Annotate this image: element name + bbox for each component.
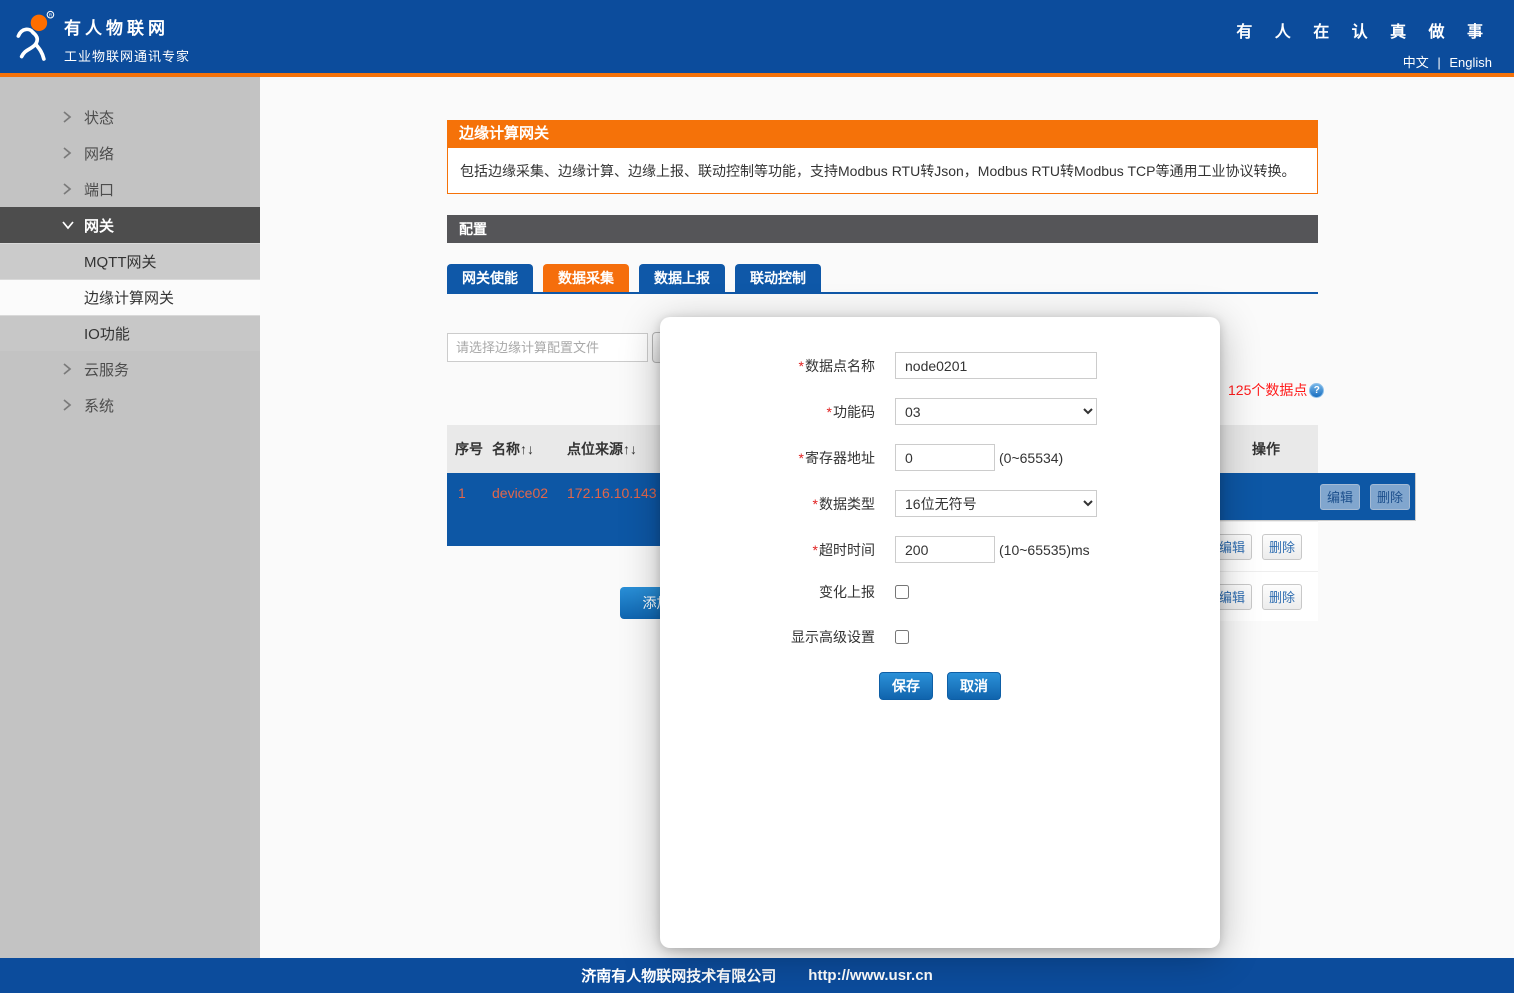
chevron-right-icon [62,111,78,123]
save-button[interactable]: 保存 [879,672,933,700]
column-header-index: 序号 [447,441,492,458]
table-actions-column: 操作 编辑 删除 编辑 删除 编辑 删除 [1213,425,1318,621]
register-address-input[interactable] [895,444,995,471]
brand-block: 有人物联网 工业物联网通讯专家 [64,14,190,65]
lang-english-link[interactable]: English [1449,55,1492,70]
footer-company: 济南有人物联网技术有限公司 [581,965,776,986]
sidebar-item-status[interactable]: 状态 [0,99,260,135]
help-icon[interactable]: ? [1309,383,1324,398]
tab-gateway-enable[interactable]: 网关使能 [447,264,533,292]
app-root: R 有人物联网 工业物联网通讯专家 有 人 在 认 真 做 事 中文 | Eng… [0,0,1514,993]
sort-icon: ↑↓ [623,441,637,457]
data-type-select[interactable]: 16位无符号 [895,490,1097,517]
chevron-right-icon [62,399,78,411]
config-file-input[interactable] [447,333,648,362]
edit-datapoint-modal: *数据点名称 *功能码 03 *寄存器地址 (0~65534) *数据类型 16… [660,317,1220,948]
header-slogan: 有 人 在 认 真 做 事 [1236,18,1492,42]
datapoint-name-input[interactable] [895,352,1097,379]
field-label-data-type: *数据类型 [660,494,875,514]
usr-logo-icon: R [11,8,57,69]
field-label-timeout: *超时时间 [660,540,875,560]
chevron-right-icon [62,147,78,159]
column-header-actions: 操作 [1214,425,1318,473]
svg-text:R: R [49,13,53,19]
sidebar-item-edge-gateway[interactable]: 边缘计算网关 [0,279,260,315]
table-row-actions: 编辑 删除 [1214,521,1318,571]
config-section-header: 配置 [447,215,1318,243]
datapoint-count: 125个数据点 ? [1228,380,1324,400]
chevron-right-icon [62,363,78,375]
table-row-actions: 编辑 删除 [1214,473,1416,521]
delete-button[interactable]: 删除 [1370,484,1410,510]
footer-url[interactable]: http://www.usr.cn [808,967,932,984]
register-address-hint: (0~65534) [999,450,1063,466]
sidebar-nav: 状态 网络 端口 网关 MQTT网关 边缘计算网关 IO功能 云服务 系统 [0,77,260,958]
lang-separator: | [1437,55,1440,70]
field-label-datapoint-name: *数据点名称 [660,356,875,376]
chevron-right-icon [62,183,78,195]
page-title: 边缘计算网关 [447,120,1318,147]
config-tabs: 网关使能 数据采集 数据上报 联动控制 [447,264,831,292]
delete-button[interactable]: 删除 [1262,534,1302,560]
column-header-name[interactable]: 名称↑↓ [492,439,567,459]
page-footer: 济南有人物联网技术有限公司 http://www.usr.cn [0,958,1514,993]
tab-linkage-control[interactable]: 联动控制 [735,264,821,292]
field-label-report-on-change: 变化上报 [660,582,875,602]
header-accent-strip [0,73,1514,77]
tab-underline [447,292,1318,294]
report-on-change-checkbox[interactable] [895,585,909,599]
sidebar-item-io-function[interactable]: IO功能 [0,315,260,351]
cancel-button[interactable]: 取消 [947,672,1001,700]
sidebar-item-system[interactable]: 系统 [0,387,260,423]
delete-button[interactable]: 删除 [1262,584,1302,610]
table-row-actions: 编辑 删除 [1214,571,1318,621]
page-description: 包括边缘采集、边缘计算、边缘上报、联动控制等功能，支持Modbus RTU转Js… [447,147,1318,194]
show-advanced-settings-checkbox[interactable] [895,630,909,644]
field-label-advanced-settings: 显示高级设置 [660,627,875,647]
top-header: R 有人物联网 工业物联网通讯专家 有 人 在 认 真 做 事 中文 | Eng… [0,0,1514,73]
timeout-input[interactable] [895,536,995,563]
sidebar-item-mqtt-gateway[interactable]: MQTT网关 [0,243,260,279]
brand-title: 有人物联网 [64,14,190,39]
sidebar-item-port[interactable]: 端口 [0,171,260,207]
edit-button[interactable]: 编辑 [1320,484,1360,510]
language-switcher: 中文 | English [1236,52,1492,71]
tab-data-collection[interactable]: 数据采集 [543,264,629,292]
field-label-register-address: *寄存器地址 [660,448,875,468]
function-code-select[interactable]: 03 [895,398,1097,425]
brand-subtitle: 工业物联网通讯专家 [64,46,190,65]
sidebar-item-gateway[interactable]: 网关 [0,207,260,243]
chevron-down-icon [62,220,78,230]
sort-icon: ↑↓ [520,441,534,457]
field-label-function-code: *功能码 [660,402,875,422]
lang-chinese-link[interactable]: 中文 [1403,55,1429,70]
tab-data-report[interactable]: 数据上报 [639,264,725,292]
sidebar-item-network[interactable]: 网络 [0,135,260,171]
timeout-hint: (10~65535)ms [999,542,1090,558]
sidebar-item-cloud-service[interactable]: 云服务 [0,351,260,387]
